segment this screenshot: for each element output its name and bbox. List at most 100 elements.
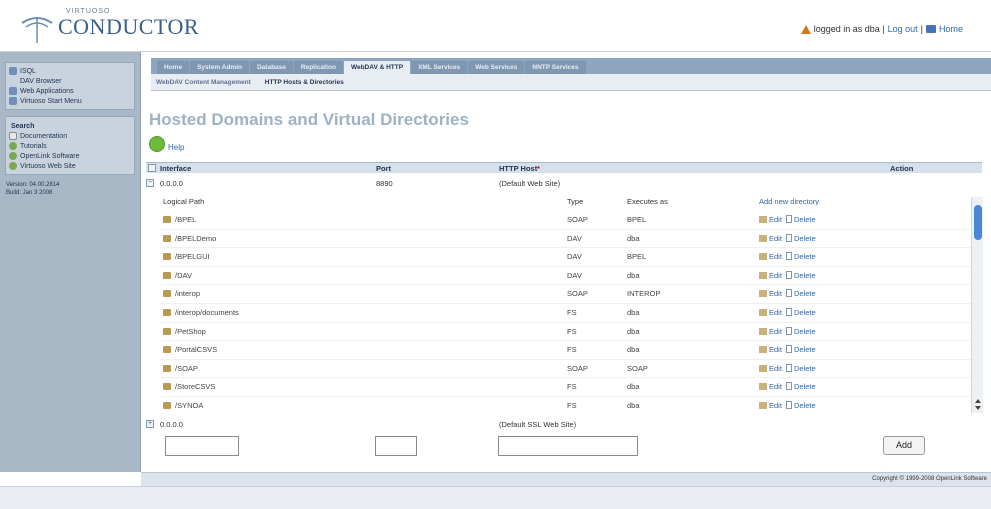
isql-icon xyxy=(9,67,17,75)
scroll-up-icon[interactable] xyxy=(975,399,981,403)
virtuoso-conductor-logo[interactable]: VIRTUOSO CONDUCTOR xyxy=(18,8,199,46)
directory-type: FS xyxy=(567,382,577,392)
tab-replication[interactable]: Replication xyxy=(293,61,343,74)
directory-path[interactable]: /PortalCSVS xyxy=(163,345,217,354)
expand-toggle-icon[interactable]: + xyxy=(146,420,154,428)
edit-link[interactable]: Edit xyxy=(769,308,782,317)
sidebar-item-start-menu[interactable]: Virtuoso Start Menu xyxy=(9,96,131,106)
help-icon xyxy=(149,136,165,152)
directory-path[interactable]: /SYNOA xyxy=(163,401,203,410)
directory-path[interactable]: /StoreCSVS xyxy=(163,382,215,391)
delete-link[interactable]: Delete xyxy=(794,401,816,410)
sidebar-search-heading[interactable]: Search xyxy=(11,123,131,130)
new-port-input[interactable] xyxy=(375,436,417,456)
directory-path[interactable]: /SOAP xyxy=(163,364,198,373)
subtab-webdav-content[interactable]: WebDAV Content Management xyxy=(156,79,251,86)
directory-exec: BPEL xyxy=(627,215,647,224)
edit-link[interactable]: Edit xyxy=(769,327,782,336)
sidebar-item-documentation[interactable]: Documentation xyxy=(9,131,131,141)
directory-exec: dba xyxy=(627,233,640,243)
add-new-directory-link[interactable]: Add new directory xyxy=(759,197,819,206)
tab-system-admin[interactable]: System Admin xyxy=(190,61,249,74)
edit-link[interactable]: Edit xyxy=(769,252,782,261)
home-link[interactable]: Home xyxy=(939,24,963,34)
col-http-host: HTTP Host xyxy=(499,164,538,173)
directory-path[interactable]: /BPELGUI xyxy=(163,252,210,261)
sidebar-item-isql[interactable]: ISQL xyxy=(9,66,131,76)
add-button[interactable]: Add xyxy=(883,436,925,455)
delete-link[interactable]: Delete xyxy=(794,364,816,373)
expand-toggle-icon[interactable]: − xyxy=(146,179,154,187)
directory-icon xyxy=(163,290,171,298)
directory-path[interactable]: /PetShop xyxy=(163,327,206,336)
sidebar-item-dav-browser[interactable]: DAV Browser xyxy=(9,76,131,86)
edit-link[interactable]: Edit xyxy=(769,289,782,298)
directory-path[interactable]: /DAV xyxy=(163,271,192,280)
collapse-all-icon[interactable] xyxy=(148,164,156,172)
delete-icon xyxy=(785,307,792,316)
directory-exec: dba xyxy=(627,382,640,392)
status-bar xyxy=(0,486,991,509)
directory-type: DAV xyxy=(567,233,582,243)
edit-link[interactable]: Edit xyxy=(769,271,782,280)
delete-link[interactable]: Delete xyxy=(794,234,816,243)
delete-link[interactable]: Delete xyxy=(794,308,816,317)
host-interface: 0.0.0.0 xyxy=(160,420,183,429)
tab-database[interactable]: Database xyxy=(249,61,293,74)
sidebar-item-label: OpenLink Software xyxy=(20,152,80,160)
logo-text: CONDUCTOR xyxy=(58,14,200,39)
sidebar-links: Search Documentation Tutorials OpenLink … xyxy=(5,116,135,175)
delete-icon xyxy=(785,252,792,261)
edit-link[interactable]: Edit xyxy=(769,364,782,373)
edit-link[interactable]: Edit xyxy=(769,345,782,354)
edit-link[interactable]: Edit xyxy=(769,234,782,243)
subtab-http-hosts[interactable]: HTTP Hosts & Directories xyxy=(265,79,344,86)
delete-link[interactable]: Delete xyxy=(794,289,816,298)
tab-home[interactable]: Home xyxy=(157,61,190,74)
directory-path[interactable]: /interop xyxy=(163,289,200,298)
delete-link[interactable]: Delete xyxy=(794,271,816,280)
delete-link[interactable]: Delete xyxy=(794,327,816,336)
new-host-input[interactable] xyxy=(498,436,638,456)
scrollbar[interactable] xyxy=(971,197,983,413)
delete-icon xyxy=(785,215,792,223)
directory-row: /StoreCSVS FS dba Edit Delete xyxy=(161,378,971,397)
tab-web-services[interactable]: Web Services xyxy=(468,61,525,74)
tab-webdav-http[interactable]: WebDAV & HTTP xyxy=(343,61,411,74)
edit-link[interactable]: Edit xyxy=(769,401,782,410)
sidebar-item-web-applications[interactable]: Web Applications xyxy=(9,86,131,96)
delete-link[interactable]: Delete xyxy=(794,382,816,391)
directory-icon xyxy=(163,271,171,279)
page-title: Hosted Domains and Virtual Directories xyxy=(149,110,469,129)
directory-row: /SYNOA FS dba Edit Delete xyxy=(161,397,971,413)
directory-path[interactable]: /interop/documents xyxy=(163,308,239,317)
sidebar-item-openlink[interactable]: OpenLink Software xyxy=(9,151,131,161)
logout-link[interactable]: Log out xyxy=(888,24,918,34)
delete-link[interactable]: Delete xyxy=(794,345,816,354)
tutorial-icon xyxy=(9,142,17,150)
edit-link[interactable]: Edit xyxy=(769,382,782,391)
delete-link[interactable]: Delete xyxy=(794,215,816,224)
tab-xml-services[interactable]: XML Services xyxy=(411,61,468,74)
scroll-down-icon[interactable] xyxy=(975,406,981,410)
sidebar-item-label: DAV Browser xyxy=(20,77,62,85)
col-logical-path: Logical Path xyxy=(163,197,205,206)
help-link[interactable]: Help xyxy=(149,136,184,152)
directory-exec: dba xyxy=(627,270,640,280)
sub-tabs: WebDAV Content Management HTTP Hosts & D… xyxy=(151,74,991,91)
delete-link[interactable]: Delete xyxy=(794,252,816,261)
directory-path[interactable]: /BPELDemo xyxy=(163,234,216,243)
new-interface-input[interactable] xyxy=(165,436,239,456)
directory-row: /interop SOAP INTEROP Edit Delete xyxy=(161,285,971,304)
directory-path[interactable]: /BPEL xyxy=(163,215,196,224)
sidebar-item-virtuoso-site[interactable]: Virtuoso Web Site xyxy=(9,161,131,171)
edit-link[interactable]: Edit xyxy=(769,215,782,224)
sidebar-item-tutorials[interactable]: Tutorials xyxy=(9,141,131,151)
col-type: Type xyxy=(567,197,584,206)
footer: Copyright © 1999-2008 OpenLink Software xyxy=(141,472,991,486)
directory-path-label: /BPEL xyxy=(175,215,197,224)
directory-exec: dba xyxy=(627,345,640,355)
header: VIRTUOSO CONDUCTOR logged in as dba | Lo… xyxy=(0,0,991,52)
scrollbar-thumb[interactable] xyxy=(974,205,982,240)
tab-nntp-services[interactable]: NNTP Services xyxy=(525,61,586,74)
